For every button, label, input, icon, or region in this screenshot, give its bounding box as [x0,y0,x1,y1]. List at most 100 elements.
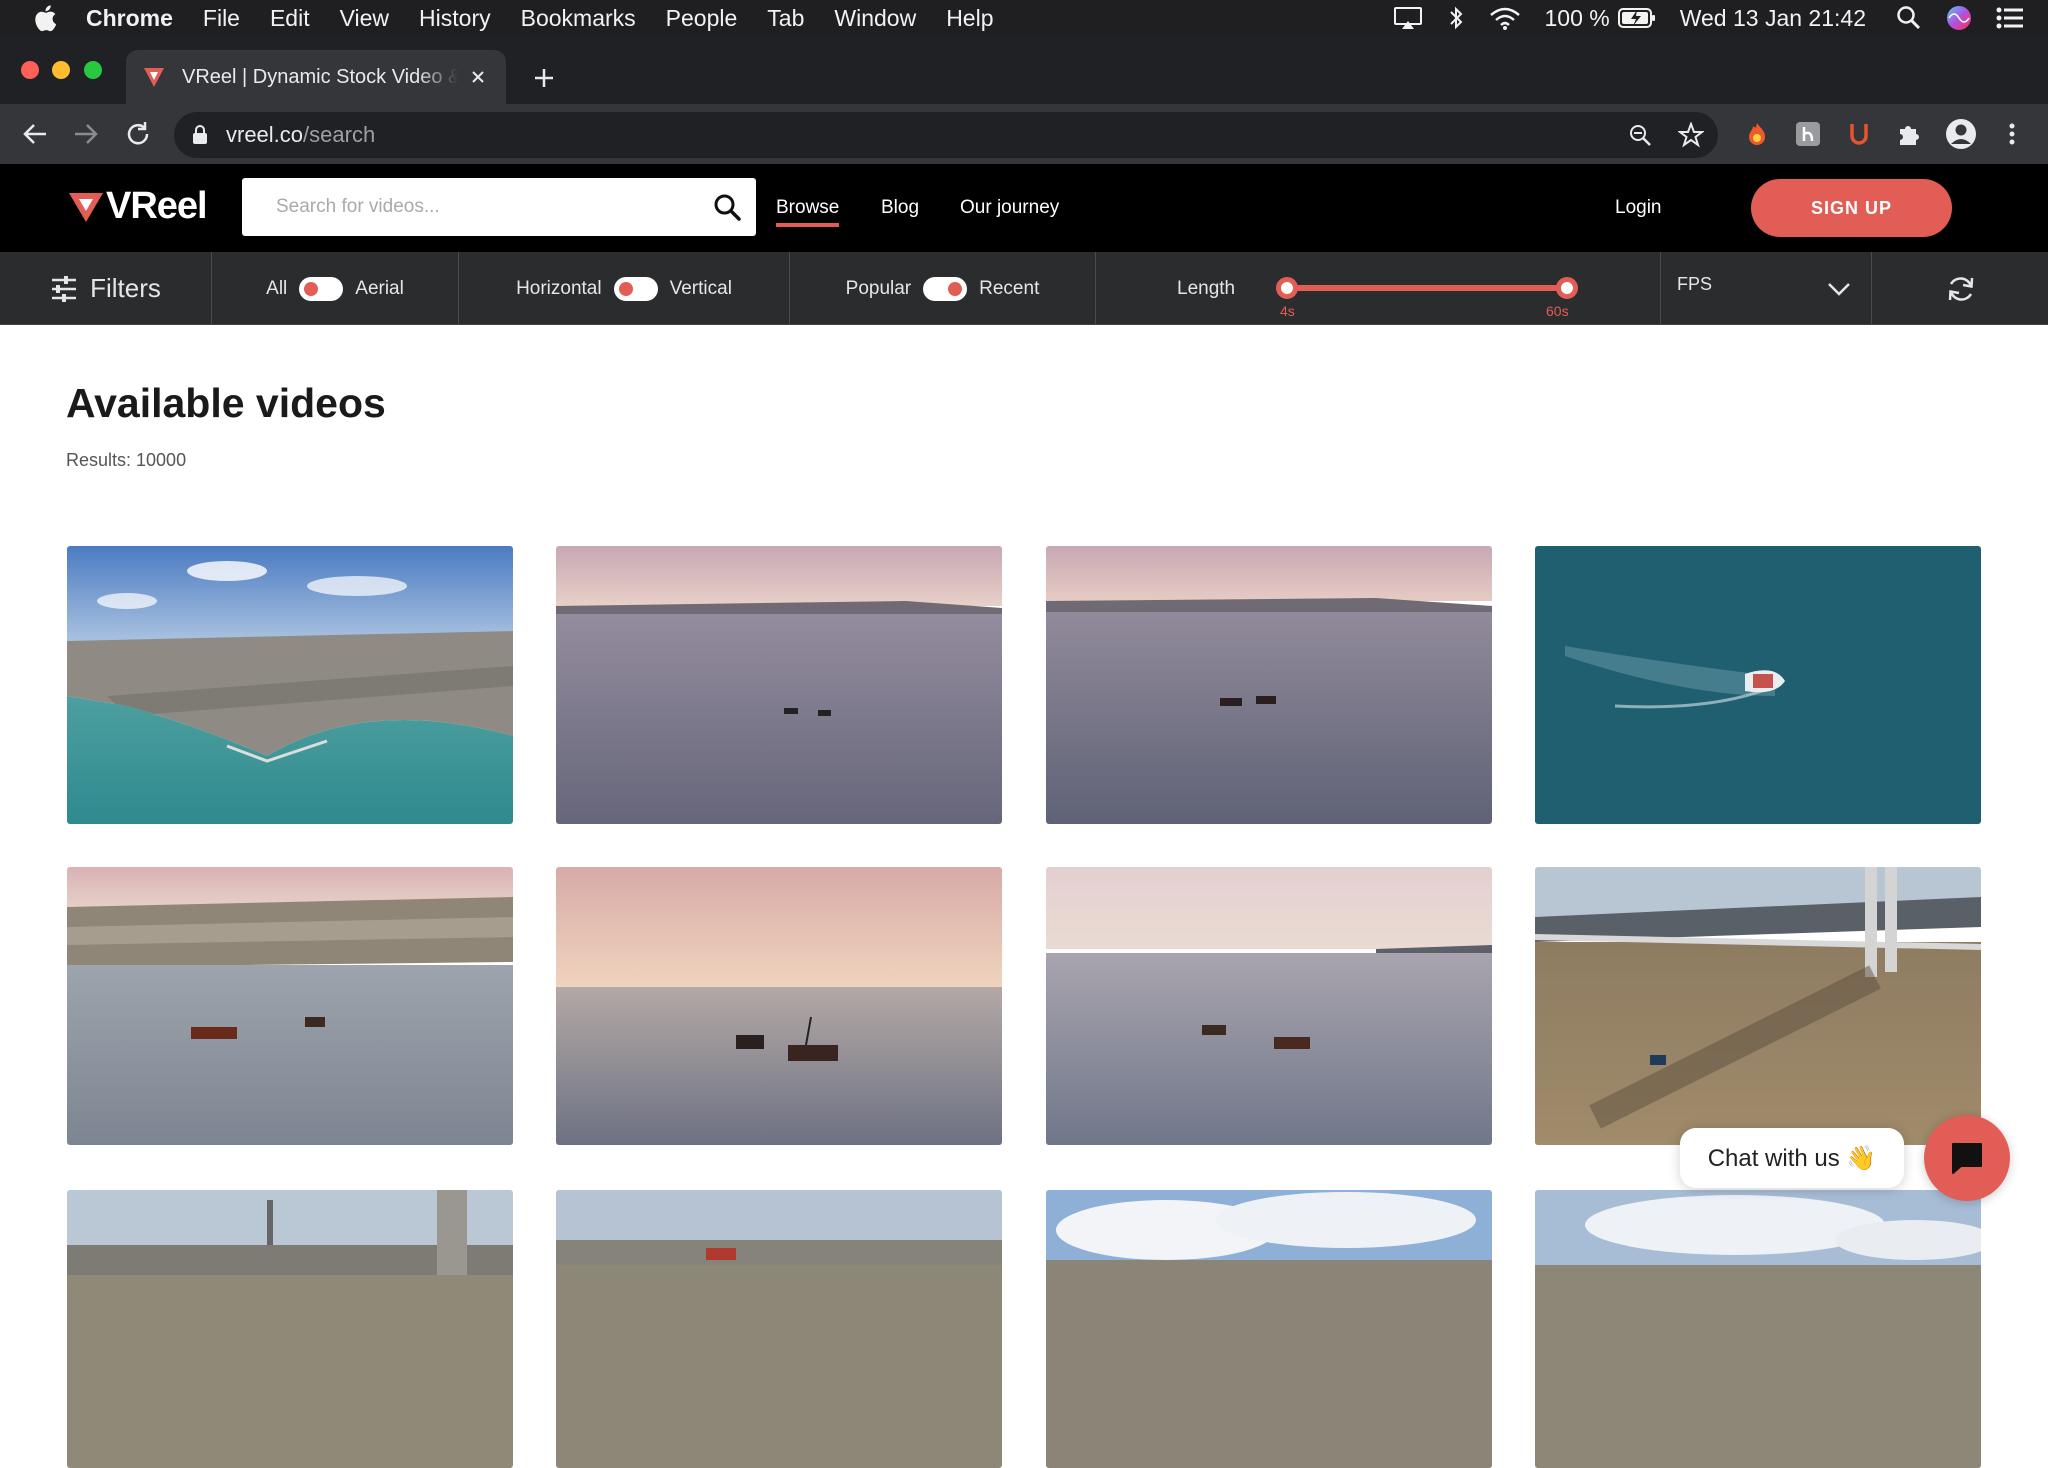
window-zoom-button[interactable] [84,61,102,79]
video-thumbnail-bridge-river[interactable] [1535,867,1981,1145]
window-minimize-button[interactable] [52,61,70,79]
site-header: VReel Browse Blog Our journey Login SIGN… [0,164,2048,252]
search-input[interactable] [242,178,698,236]
vreel-favicon-icon [142,65,166,89]
nav-our-journey[interactable]: Our journey [960,197,1059,219]
page-title: Available videos [66,380,386,426]
siri-icon[interactable] [1946,5,1972,31]
menu-app-name[interactable]: Chrome [86,5,173,32]
extension-u-icon[interactable] [1842,117,1876,151]
browser-tab-strip: VReel | Dynamic Stock Video & Footage [0,36,2048,104]
menu-tab[interactable]: Tab [767,5,804,32]
reset-filters-icon[interactable] [1944,272,1978,306]
all-aerial-toggle[interactable] [299,276,344,301]
nav-blog[interactable]: Blog [881,197,919,219]
menubar-clock[interactable]: Wed 13 Jan 21:42 [1680,5,1866,32]
forward-arrow-icon[interactable] [70,118,102,150]
logo-text: VReel [106,184,208,227]
browser-toolbar: vreel.co/search [0,104,2048,164]
extensions-puzzle-icon[interactable] [1893,117,1927,151]
profile-avatar-icon[interactable] [1944,117,1978,151]
video-thumbnail-fishing-boats-coast[interactable] [67,867,513,1145]
macos-menubar: Chrome File Edit View History Bookmarks … [0,0,2048,36]
video-thumbnail-two-boats-closer[interactable] [1046,546,1492,824]
length-min-handle[interactable] [1276,277,1298,299]
results-count: Results: 10000 [66,450,187,470]
login-link[interactable]: Login [1615,197,1662,219]
menu-window[interactable]: Window [834,5,916,32]
address-bar[interactable]: vreel.co/search [174,112,1718,158]
menu-help[interactable]: Help [946,5,993,32]
back-arrow-icon[interactable] [19,118,51,150]
video-thumbnail-clouds-river[interactable] [1535,1190,1981,1468]
video-thumbnail-boat-wake[interactable] [1535,546,1981,824]
browser-tab-active[interactable]: VReel | Dynamic Stock Video & Footage [126,50,506,104]
chat-with-us-bubble[interactable]: Chat with us 👋 [1680,1128,1904,1188]
length-max-handle[interactable] [1556,277,1578,299]
apple-icon[interactable] [30,4,60,32]
length-max-value: 60s [1546,303,1569,319]
tab-close-icon[interactable] [466,65,490,89]
menu-history[interactable]: History [419,5,491,32]
filters-label: Filters [90,273,161,303]
extension-fire-icon[interactable] [1740,117,1774,151]
toggle-recent-label: Recent [979,277,1040,299]
menu-edit[interactable]: Edit [270,5,310,32]
extension-h-icon[interactable] [1791,117,1825,151]
wifi-icon[interactable] [1489,6,1521,30]
fps-label: FPS [1677,274,1713,294]
sign-up-button[interactable]: SIGN UP [1751,179,1952,237]
toggle-all-label: All [266,277,288,299]
video-thumbnail-two-boats-dusk[interactable] [556,546,1002,824]
video-thumbnail-industrial-shore[interactable] [67,1190,513,1468]
menu-bookmarks[interactable]: Bookmarks [521,5,636,32]
toggle-aerial-label: Aerial [355,277,404,299]
video-thumbnail-harbour-town[interactable] [67,546,513,824]
video-thumbnail-port-ships[interactable] [556,1190,1002,1468]
filters-button[interactable]: Filters [50,273,161,304]
battery-percent: 100 % [1544,4,1610,31]
sort-toggle[interactable] [923,276,968,301]
menu-view[interactable]: View [340,5,389,32]
video-thumbnail-clouds-estuary[interactable] [1046,1190,1492,1468]
filter-bar: Filters All Aerial Horizontal Vertical P… [0,252,2048,325]
zoom-out-icon[interactable] [1626,121,1654,149]
menu-file[interactable]: File [203,5,240,32]
sliders-icon [50,275,78,302]
bluetooth-icon[interactable] [1447,5,1465,31]
length-label: Length [1177,278,1236,299]
toggle-vertical-label: Vertical [669,277,732,299]
nav-browse[interactable]: Browse [776,197,840,227]
length-slider-track[interactable] [1287,285,1567,291]
reload-icon[interactable] [122,118,154,150]
orientation-toggle-section: Horizontal Vertical [459,252,790,325]
toggle-horizontal-label: Horizontal [516,277,602,299]
tab-title: VReel | Dynamic Stock Video & Footage [182,65,458,88]
vreel-logo[interactable]: VReel [68,184,208,228]
chat-launcher-button[interactable] [1924,1115,2010,1201]
spotlight-icon[interactable] [1896,5,1922,31]
url-path: /search [303,122,376,147]
bookmark-star-icon[interactable] [1677,121,1705,149]
length-min-value: 4s [1280,303,1295,319]
sort-toggle-section: Popular Recent [790,252,1096,325]
search-box [242,178,756,236]
video-thumbnail-trawlers-calm-sea[interactable] [1046,867,1492,1145]
vreel-logo-icon [69,193,103,222]
airplay-icon[interactable] [1393,6,1423,30]
chat-icon [1952,1143,1982,1174]
orientation-toggle[interactable] [613,276,658,301]
filters-section: Filters [0,252,212,325]
window-close-button[interactable] [21,61,39,79]
menu-people[interactable]: People [666,5,738,32]
control-center-icon[interactable] [1996,7,2024,29]
search-icon[interactable] [698,178,756,236]
lock-icon[interactable] [192,123,212,147]
chrome-menu-icon[interactable] [1995,117,2029,151]
video-thumbnail-trawlers-sunset[interactable] [556,867,1002,1145]
url-host: vreel.co [226,122,304,147]
battery-icon[interactable] [1617,7,1656,29]
chevron-down-icon[interactable] [1824,274,1854,304]
type-toggle-section: All Aerial [212,252,459,325]
new-tab-plus-icon[interactable] [528,62,560,94]
